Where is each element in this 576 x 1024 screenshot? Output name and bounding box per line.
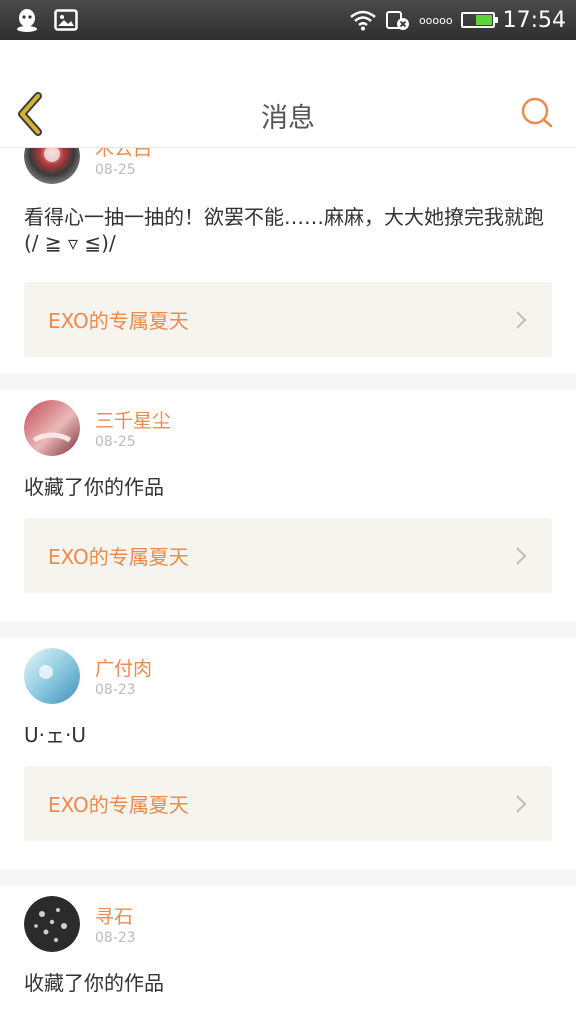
signal-dots: ooooo (418, 13, 453, 27)
page-title: 消息 (261, 103, 315, 134)
avatar[interactable] (24, 896, 80, 952)
status-left-icons (14, 7, 78, 33)
work-title: EXO的专属夏天 (48, 309, 189, 333)
status-right-icons: ooooo 17:54 (349, 8, 566, 33)
chevron-right-icon (516, 310, 527, 329)
wifi-icon (350, 10, 376, 31)
message-date: 08-25 (95, 434, 136, 450)
username[interactable]: 寻石 (95, 902, 133, 929)
work-title: EXO的专属夏天 (48, 793, 189, 817)
avatar[interactable] (24, 148, 80, 184)
work-title: EXO的专属夏天 (48, 545, 189, 569)
status-bar: ooooo 17:54 (0, 0, 576, 40)
chevron-right-icon (516, 546, 527, 565)
message-list[interactable]: 木公白 08-25 看得心一抽一抽的！欲罢不能……麻麻，大大她撩完我就跑(/ ≧… (0, 148, 576, 1024)
message-card: 广付肉 08-23 U·ェ·U EXO的专属夏天 (0, 638, 576, 870)
status-time: 17:54 (502, 7, 566, 33)
work-link[interactable]: EXO的专属夏天 (24, 766, 552, 841)
username[interactable]: 三千星尘 (95, 406, 171, 433)
chevron-right-icon (516, 794, 527, 813)
qq-icon (17, 9, 37, 32)
message-text: 看得心一抽一抽的！欲罢不能……麻麻，大大她撩完我就跑(/ ≧ ▿ ≦)/ (24, 205, 544, 255)
sim-disabled-icon (385, 11, 409, 30)
message-text: 收藏了你的作品 (24, 971, 164, 995)
message-date: 08-23 (95, 930, 136, 946)
avatar[interactable] (24, 648, 80, 704)
app-header: 消息 (0, 40, 576, 148)
username[interactable]: 木公白 (95, 148, 152, 161)
username[interactable]: 广付肉 (95, 654, 152, 681)
message-date: 08-23 (95, 682, 136, 698)
message-date: 08-25 (95, 162, 136, 178)
work-link[interactable]: EXO的专属夏天 (24, 282, 552, 357)
battery-icon (460, 12, 498, 28)
image-notification-icon (54, 9, 78, 31)
message-card: 寻石 08-23 收藏了你的作品 (0, 886, 576, 1024)
message-card: 三千星尘 08-25 收藏了你的作品 EXO的专属夏天 (0, 390, 576, 622)
avatar[interactable] (24, 400, 80, 456)
message-text: 收藏了你的作品 (24, 475, 164, 499)
work-link[interactable]: EXO的专属夏天 (24, 518, 552, 593)
message-card: 木公白 08-25 看得心一抽一抽的！欲罢不能……麻麻，大大她撩完我就跑(/ ≧… (0, 148, 576, 373)
message-text: U·ェ·U (24, 723, 86, 747)
search-icon[interactable] (520, 96, 554, 130)
